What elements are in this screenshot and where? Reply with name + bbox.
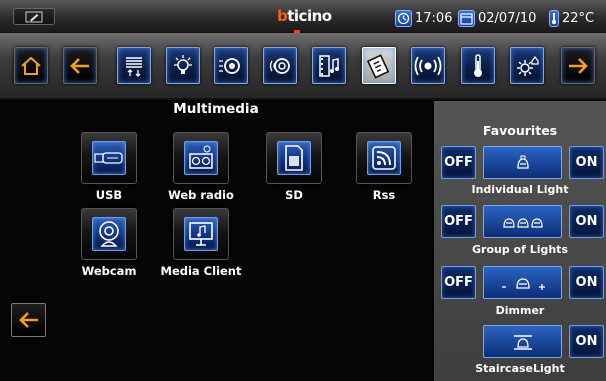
staircase-light-icon xyxy=(513,334,532,350)
multimedia-icon xyxy=(319,54,339,77)
individual-light-label: Individual Light xyxy=(471,183,569,196)
media-client-icon xyxy=(189,222,213,246)
favourites-panel: Favourites OFF ON Individual Light OFF O… xyxy=(434,101,606,381)
answering-button[interactable] xyxy=(411,47,445,84)
dimmer-on-button[interactable]: ON xyxy=(569,266,604,299)
sd-tile[interactable] xyxy=(266,132,322,184)
settings-button[interactable] xyxy=(510,47,544,84)
lighting-icon xyxy=(174,54,192,74)
date-text: 02/07/10 xyxy=(478,10,537,26)
energy-icon xyxy=(366,53,390,79)
scenario-button[interactable] xyxy=(214,47,248,84)
temperature-text: 22°C xyxy=(562,10,595,26)
dimmer-icon xyxy=(501,277,545,290)
clock-icon xyxy=(395,9,412,27)
answering-icon xyxy=(414,56,442,75)
usb-icon xyxy=(94,152,123,164)
usb-label: USB xyxy=(95,188,123,202)
calendar-icon xyxy=(458,9,475,27)
temperature-button[interactable] xyxy=(461,47,495,84)
individual-light-button[interactable] xyxy=(483,146,562,179)
back-arrow-icon xyxy=(70,57,89,74)
individual-light-off-button[interactable]: OFF xyxy=(441,146,476,179)
dimmer-button[interactable] xyxy=(483,266,562,299)
main-toolbar xyxy=(0,33,606,100)
web-radio-tile[interactable] xyxy=(173,132,229,184)
home-button[interactable] xyxy=(14,47,48,84)
multimedia-button[interactable] xyxy=(312,47,346,84)
dimmer-off-button[interactable]: OFF xyxy=(441,266,476,299)
sound-icon xyxy=(269,57,290,74)
lighting-button[interactable] xyxy=(166,47,200,84)
light-icon xyxy=(516,155,529,169)
group-lights-button[interactable] xyxy=(483,205,562,238)
forward-button[interactable] xyxy=(561,47,595,84)
staircase-light-label: StaircaseLight xyxy=(475,362,565,375)
temperature-display: 22°C xyxy=(549,9,594,27)
multimedia-panel: Multimedia USB Web radio SD Rss Webcam M… xyxy=(0,101,432,381)
back-button[interactable] xyxy=(11,303,46,337)
forward-arrow-icon xyxy=(569,57,588,74)
thermometer-icon xyxy=(549,9,559,27)
individual-light-on-button[interactable]: ON xyxy=(569,146,604,179)
dimmer-label: Dimmer xyxy=(495,304,545,317)
settings-icon xyxy=(517,55,539,76)
group-lights-label: Group of Lights xyxy=(471,243,568,256)
sound-button[interactable] xyxy=(263,47,297,84)
media-client-tile[interactable] xyxy=(173,208,229,260)
energy-button[interactable] xyxy=(362,47,396,84)
webcam-label: Webcam xyxy=(81,264,137,278)
automation-button[interactable] xyxy=(117,47,151,84)
rss-icon xyxy=(372,146,396,170)
shutter-icon xyxy=(126,56,142,77)
brand-logo: bticino xyxy=(277,7,332,25)
pencil-icon xyxy=(25,11,43,22)
group-lights-icon xyxy=(502,217,543,228)
staircase-light-button[interactable] xyxy=(483,325,562,358)
web-radio-label: Web radio xyxy=(168,188,234,202)
time-text: 17:06 xyxy=(415,10,453,26)
scenario-icon xyxy=(219,57,240,74)
webcam-icon xyxy=(99,221,119,247)
clock-display: 17:06 xyxy=(395,9,452,27)
page-title: Multimedia xyxy=(173,101,259,117)
sd-label: SD xyxy=(285,188,303,202)
temperature-icon xyxy=(474,53,482,77)
media-client-label: Media Client xyxy=(160,264,242,278)
group-lights-off-button[interactable]: OFF xyxy=(441,205,476,238)
status-bar: bticino 17:06 02/07/10 22°C xyxy=(0,0,606,33)
rss-label: Rss xyxy=(372,188,396,202)
back-arrow-icon xyxy=(18,312,38,328)
sd-card-icon xyxy=(285,145,303,171)
staircase-light-on-button[interactable]: ON xyxy=(569,325,604,358)
webcam-tile[interactable] xyxy=(81,208,137,260)
date-display: 02/07/10 xyxy=(458,9,536,27)
home-icon xyxy=(21,56,41,75)
group-lights-on-button[interactable]: ON xyxy=(569,205,604,238)
edit-button[interactable] xyxy=(13,8,55,25)
rss-tile[interactable] xyxy=(356,132,412,184)
favourites-title: Favourites xyxy=(482,123,558,138)
usb-tile[interactable] xyxy=(81,132,137,184)
back-toolbar-button[interactable] xyxy=(63,47,97,84)
web-radio-icon xyxy=(189,145,213,169)
